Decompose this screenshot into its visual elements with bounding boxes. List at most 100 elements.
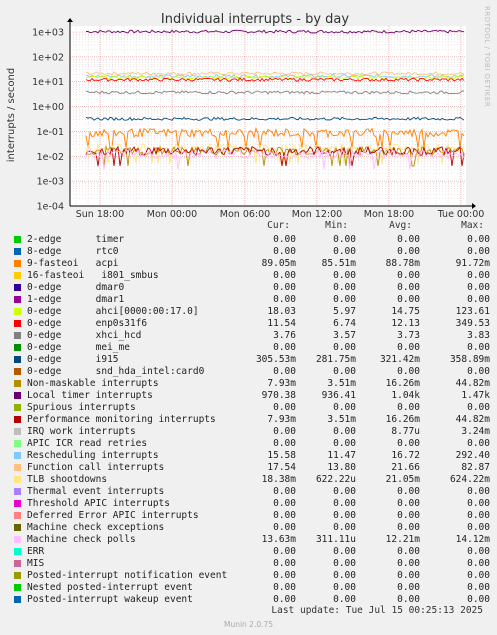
legend-value-max: 0.00 (467, 246, 490, 257)
legend-series-name: 16-fasteoi i801_smbus (27, 270, 159, 281)
rrdtool-credit: RRDTOOL / TOBI OETIKER (483, 6, 491, 108)
legend-swatch (14, 476, 21, 483)
legend-swatch (14, 524, 21, 531)
legend-value-min: 85.51m (321, 258, 356, 269)
legend-value-min: 936.41 (321, 390, 356, 401)
legend-value-max: 44.82m (455, 414, 490, 425)
legend-row: Local timer interrupts 970.38 936.41 1.04k 1… (0, 390, 497, 402)
y-axis-label: interrupts / second (6, 68, 17, 162)
legend-row: IRQ work interrupts 0.00 0.00 8.77u 3.24m (0, 426, 497, 438)
legend-series-name: 0-edge dmar0 (27, 282, 125, 293)
legend-series-name: Posted-interrupt notification event (27, 570, 228, 581)
last-update: Last update: Tue Jul 15 00:25:13 2025 (271, 605, 483, 616)
legend-series-name: Performance monitoring interrupts (27, 414, 216, 425)
legend-swatch (14, 296, 21, 303)
legend-value-cur: 0.00 (273, 438, 296, 449)
legend-series-name: APIC ICR read retries (27, 438, 148, 449)
legend-series-name: Local timer interrupts (27, 390, 153, 401)
legend-series-name: Threshold APIC interrupts (27, 498, 170, 509)
legend-value-avg: 14.75 (391, 306, 420, 317)
legend-value-cur: 0.00 (273, 402, 296, 413)
legend-value-avg: 0.00 (397, 498, 420, 509)
legend-value-min: 0.00 (333, 366, 356, 377)
legend-value-avg: 0.00 (397, 546, 420, 557)
legend-swatch (14, 596, 21, 603)
legend-value-cur: 13.63m (261, 534, 296, 545)
legend-swatch (14, 584, 21, 591)
legend-series-name: 0-edge snd_hda_intel:card0 (27, 366, 205, 377)
legend-row: 0-edge snd_hda_intel:card0 0.00 0.00 0.00 0.… (0, 366, 497, 378)
legend-value-min: 3.57 (333, 330, 356, 341)
legend-row: 2-edge timer 0.00 0.00 0.00 0.00 (0, 234, 497, 246)
legend-row: ERR 0.00 0.00 0.00 0.00 (0, 546, 497, 558)
legend-row: Nested posted-interrupt event 0.00 0.00 0.0… (0, 582, 497, 594)
legend-swatch (14, 428, 21, 435)
legend-value-avg: 0.00 (397, 234, 420, 245)
legend-swatch (14, 572, 21, 579)
legend-swatch (14, 392, 21, 399)
legend-value-max: 0.00 (467, 558, 490, 569)
legend-value-avg: 0.00 (397, 294, 420, 305)
legend-series-name: 9-fasteoi acpi (27, 258, 119, 269)
legend-swatch (14, 452, 21, 459)
legend-value-min: 0.00 (333, 426, 356, 437)
legend-header-avg: Avg: (389, 220, 412, 231)
legend-value-min: 0.00 (333, 558, 356, 569)
legend-row: 0-edge ahci[0000:00:17.0] 18.03 5.97 14.75 1… (0, 306, 497, 318)
x-tick-label: Mon 06:00 (220, 209, 270, 220)
legend-value-max: 0.00 (467, 582, 490, 593)
legend-series-name: 1-edge dmar1 (27, 294, 125, 305)
legend-series-name: 2-edge timer (27, 234, 125, 245)
legend-value-min: 11.47 (327, 450, 356, 461)
legend-value-cur: 0.00 (273, 498, 296, 509)
legend-value-avg: 0.00 (397, 570, 420, 581)
y-tick-label: 1e+02 (32, 52, 64, 63)
legend-value-min: 3.51m (327, 378, 356, 389)
legend-value-cur: 0.00 (273, 246, 296, 257)
legend-swatch (14, 380, 21, 387)
legend-value-min: 6.74 (333, 318, 356, 329)
x-tick-label: Tue 00:00 (437, 209, 485, 220)
legend-value-cur: 18.03 (267, 306, 296, 317)
legend-value-max: 0.00 (467, 594, 490, 605)
legend-series-name: 0-edge ahci[0000:00:17.0] (27, 306, 199, 317)
legend-swatch (14, 416, 21, 423)
legend-value-avg: 3.73 (397, 330, 420, 341)
legend-row: 9-fasteoi acpi 89.05m 85.51m 88.78m 91.72m (0, 258, 497, 270)
legend-value-avg: 16.26m (385, 378, 420, 389)
legend-value-cur: 17.54 (267, 462, 296, 473)
legend-series-name: Spurious interrupts (27, 402, 136, 413)
legend-value-cur: 11.54 (267, 318, 296, 329)
legend-series-name: Rescheduling interrupts (27, 450, 159, 461)
legend-swatch (14, 308, 21, 315)
legend-swatch (14, 284, 21, 291)
legend-row: Machine check exceptions 0.00 0.00 0.00 0.00 (0, 522, 497, 534)
chart-title: Individual interrupts - by day (161, 12, 349, 27)
y-tick-label: 1e-04 (37, 202, 64, 213)
legend-value-max: 3.83 (467, 330, 490, 341)
legend-row: Posted-interrupt notification event 0.00 0… (0, 570, 497, 582)
legend-value-min: 311.11u (315, 534, 356, 545)
legend-swatch (14, 500, 21, 507)
legend-value-cur: 0.00 (273, 294, 296, 305)
legend-header-min: Min: (325, 220, 348, 231)
legend-value-min: 622.22u (315, 474, 356, 485)
legend-value-cur: 970.38 (261, 390, 296, 401)
legend-value-max: 0.00 (467, 234, 490, 245)
legend-value-min: 0.00 (333, 510, 356, 521)
legend-swatch (14, 464, 21, 471)
y-tick-label: 1e+01 (32, 77, 64, 88)
legend-value-cur: 7.93m (267, 414, 296, 425)
legend-value-cur: 0.00 (273, 570, 296, 581)
legend-value-min: 0.00 (333, 582, 356, 593)
legend-value-max: 624.22m (449, 474, 490, 485)
legend-value-cur: 0.00 (273, 234, 296, 245)
legend-value-avg: 0.00 (397, 558, 420, 569)
legend-series-name: MIS (27, 558, 45, 569)
y-tick-label: 1e+00 (32, 102, 64, 113)
legend-value-avg: 16.72 (391, 450, 420, 461)
legend-swatch (14, 248, 21, 255)
legend-header-max: Max: (461, 220, 484, 231)
legend-value-min: 0.00 (333, 438, 356, 449)
x-tick-label: Mon 18:00 (364, 209, 414, 220)
